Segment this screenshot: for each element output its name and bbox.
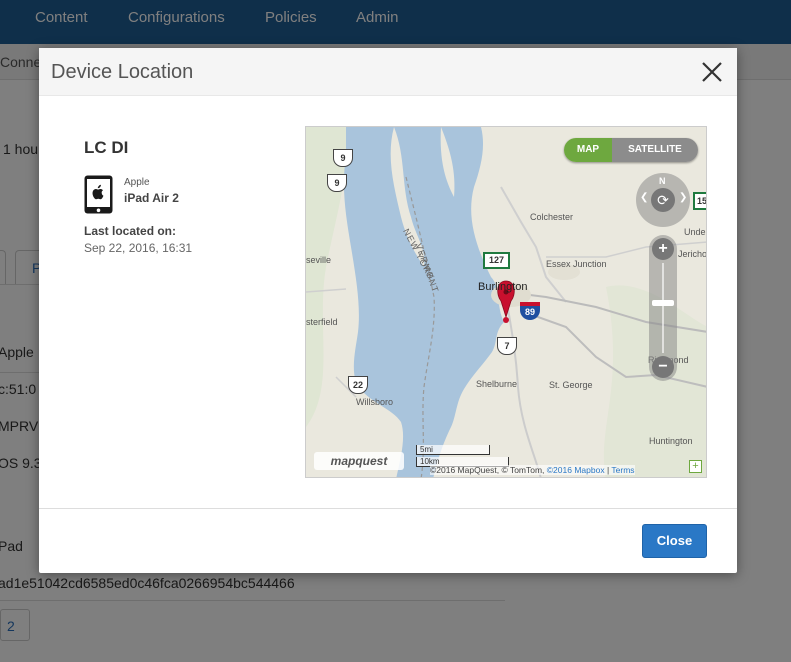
close-icon[interactable]: [701, 61, 723, 83]
tablet-icon: [84, 175, 113, 214]
attribution-separator: |: [606, 465, 610, 475]
last-located-label: Last located on:: [84, 224, 177, 238]
map-view-button[interactable]: MAP: [564, 138, 612, 162]
place-label: seville: [306, 255, 332, 265]
route-shield: 22: [348, 376, 368, 394]
place-label: Willsboro: [356, 397, 394, 407]
expand-map-button[interactable]: +: [689, 460, 702, 473]
modal-header: Device Location: [39, 48, 737, 96]
zoom-out-button[interactable]: −: [652, 356, 674, 378]
route-shield: 127: [483, 252, 510, 269]
footer-divider: [39, 508, 737, 509]
attribution-text: ©2016 MapQuest, © TomTom,: [430, 465, 545, 475]
place-label: Huntington: [649, 436, 693, 446]
place-label: Unde: [684, 227, 706, 237]
route-shield: 15: [693, 192, 706, 210]
place-label: Colchester: [530, 212, 574, 222]
zoom-control: + −: [649, 235, 677, 381]
route-shield: 9: [333, 149, 353, 167]
terms-link[interactable]: Terms: [611, 465, 634, 475]
place-label: Jericho: [678, 249, 707, 259]
place-label: sterfield: [306, 317, 338, 327]
mapbox-link[interactable]: ©2016 Mapbox: [547, 465, 605, 475]
place-label: Burlington: [478, 281, 528, 293]
zoom-track[interactable]: [662, 263, 664, 353]
compass-north-label: N: [659, 176, 666, 186]
close-button[interactable]: Close: [642, 524, 707, 558]
zoom-in-button[interactable]: +: [652, 238, 674, 260]
map-attribution: ©2016 MapQuest, © TomTom, ©2016 Mapbox |…: [430, 465, 635, 475]
zoom-slider-handle[interactable]: [652, 300, 674, 306]
device-model: iPad Air 2: [124, 191, 179, 205]
device-name: LC DI: [84, 138, 129, 157]
satellite-view-button[interactable]: SATELLITE: [612, 138, 698, 162]
rotate-icon[interactable]: ⟳: [651, 188, 675, 212]
place-label: St. George: [549, 380, 593, 390]
device-location-modal: Device Location LC DI Apple iPad Air 2 L…: [39, 48, 737, 573]
device-map[interactable]: 9 9 127 89 7 22 15 Colchester Essex Junc…: [305, 126, 707, 478]
mapquest-logo[interactable]: mapquest: [314, 452, 404, 470]
compass-control[interactable]: N ❮ ⟳ ❯: [636, 173, 690, 227]
chevron-right-icon[interactable]: ❯: [679, 192, 687, 203]
place-label: Shelburne: [476, 379, 518, 389]
chevron-left-icon[interactable]: ❮: [640, 192, 648, 203]
last-located-value: Sep 22, 2016, 16:31: [84, 241, 193, 255]
map-type-toggle: MAP SATELLITE: [564, 138, 698, 162]
device-brand: Apple: [124, 177, 150, 188]
modal-title: Device Location: [51, 61, 194, 83]
route-shield: 9: [327, 174, 347, 192]
place-label: Essex Junction: [546, 259, 607, 269]
scale-bar-miles: 5mi: [416, 445, 490, 455]
route-shield: 7: [497, 337, 517, 355]
